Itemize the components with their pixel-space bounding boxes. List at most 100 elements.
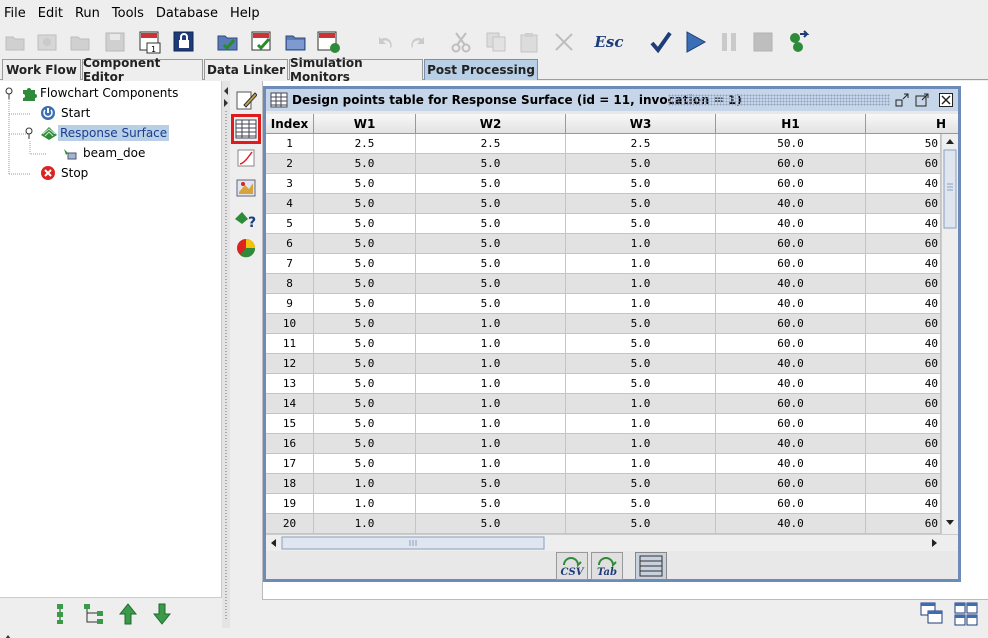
table-cell[interactable]: 1.0 bbox=[566, 434, 716, 454]
table-row[interactable]: 9 5.0 5.0 1.0 40.0 40 bbox=[266, 294, 958, 314]
menu-file[interactable]: File bbox=[2, 6, 32, 21]
stop-button[interactable] bbox=[750, 29, 776, 55]
table-row[interactable]: 2 5.0 5.0 5.0 60.0 60 bbox=[266, 154, 958, 174]
table-cell[interactable]: 8 bbox=[266, 274, 314, 294]
table-cell[interactable]: 1.0 bbox=[566, 234, 716, 254]
table-cell[interactable]: 1.0 bbox=[314, 514, 416, 534]
column-header[interactable]: W1 bbox=[314, 114, 416, 134]
table-cell[interactable]: 5.0 bbox=[416, 514, 566, 534]
table-cell[interactable]: 5.0 bbox=[314, 374, 416, 394]
menu-edit[interactable]: Edit bbox=[36, 6, 69, 21]
table-cell[interactable]: 40.0 bbox=[716, 194, 866, 214]
table-cell[interactable]: 40.0 bbox=[716, 454, 866, 474]
tab-simulation-monitors[interactable]: Simulation Monitors bbox=[289, 56, 423, 84]
table-cell[interactable]: 40 bbox=[866, 174, 941, 194]
tab-data-linker[interactable]: Data Linker bbox=[204, 59, 288, 80]
table-row[interactable]: 20 1.0 5.0 5.0 40.0 60 bbox=[266, 514, 958, 534]
table-cell[interactable]: 1.0 bbox=[566, 454, 716, 474]
copy-button[interactable] bbox=[483, 29, 509, 55]
table-cell[interactable]: 5.0 bbox=[314, 214, 416, 234]
table-row[interactable]: 6 5.0 5.0 1.0 60.0 60 bbox=[266, 234, 958, 254]
table-cell[interactable]: 40 bbox=[866, 374, 941, 394]
edit-tool-button[interactable] bbox=[234, 88, 258, 112]
table-cell[interactable]: 5.0 bbox=[566, 494, 716, 514]
table-cell[interactable]: 18 bbox=[266, 474, 314, 494]
table-cell[interactable]: 5.0 bbox=[314, 154, 416, 174]
table-cell[interactable]: 50 bbox=[866, 134, 941, 154]
table-cell[interactable]: 40 bbox=[866, 254, 941, 274]
vertical-scrollbar[interactable] bbox=[941, 134, 958, 534]
table-cell[interactable]: 5.0 bbox=[566, 314, 716, 334]
vertical-layout-button[interactable] bbox=[49, 602, 71, 626]
new-project-button[interactable] bbox=[2, 29, 28, 55]
table-cell[interactable]: 60.0 bbox=[716, 474, 866, 494]
table-cell[interactable]: 5.0 bbox=[314, 274, 416, 294]
import-button[interactable] bbox=[34, 29, 60, 55]
table-row[interactable]: 18 1.0 5.0 5.0 60.0 60 bbox=[266, 474, 958, 494]
table-cell[interactable]: 5.0 bbox=[314, 254, 416, 274]
table-cell[interactable]: 40 bbox=[866, 494, 941, 514]
redo-button[interactable] bbox=[405, 29, 431, 55]
table-cell[interactable]: 60 bbox=[866, 234, 941, 254]
table-cell[interactable]: 60.0 bbox=[716, 314, 866, 334]
table-cell[interactable]: 5.0 bbox=[416, 474, 566, 494]
table-row[interactable]: 5 5.0 5.0 5.0 40.0 40 bbox=[266, 214, 958, 234]
table-row[interactable]: 4 5.0 5.0 5.0 40.0 60 bbox=[266, 194, 958, 214]
table-cell[interactable]: 1.0 bbox=[566, 254, 716, 274]
table-cell[interactable]: 5.0 bbox=[416, 174, 566, 194]
table-cell[interactable]: 1.0 bbox=[416, 334, 566, 354]
table-view-toggle-button[interactable] bbox=[635, 552, 667, 580]
table-cell[interactable]: 5.0 bbox=[314, 454, 416, 474]
table-cell[interactable]: 5.0 bbox=[416, 234, 566, 254]
table-cell[interactable]: 60.0 bbox=[716, 394, 866, 414]
table-cell[interactable]: 60.0 bbox=[716, 254, 866, 274]
validate-button[interactable] bbox=[648, 29, 674, 55]
minimize-button[interactable] bbox=[894, 92, 910, 108]
table-cell[interactable]: 5.0 bbox=[566, 474, 716, 494]
table-cell[interactable]: 15 bbox=[266, 414, 314, 434]
table-cell[interactable]: 14 bbox=[266, 394, 314, 414]
table-cell[interactable]: 5.0 bbox=[416, 214, 566, 234]
split-pane-divider[interactable] bbox=[222, 81, 230, 628]
table-cell[interactable]: 1.0 bbox=[416, 434, 566, 454]
column-header[interactable]: W2 bbox=[416, 114, 566, 134]
table-row[interactable]: 10 5.0 1.0 5.0 60.0 60 bbox=[266, 314, 958, 334]
collapse-arrows-icon[interactable] bbox=[222, 85, 230, 109]
table-cell[interactable]: 5.0 bbox=[314, 174, 416, 194]
browse-button[interactable] bbox=[283, 29, 309, 55]
table-cell[interactable]: 5.0 bbox=[314, 394, 416, 414]
component-run-button[interactable] bbox=[785, 29, 811, 55]
tab-component-editor[interactable]: Component Editor bbox=[82, 56, 203, 84]
table-cell[interactable]: 3 bbox=[266, 174, 314, 194]
open-button[interactable] bbox=[67, 29, 93, 55]
table-cell[interactable]: 2.5 bbox=[314, 134, 416, 154]
tab-work-flow[interactable]: Work Flow bbox=[2, 59, 81, 80]
table-cell[interactable]: 13 bbox=[266, 374, 314, 394]
table-cell[interactable]: 60.0 bbox=[716, 174, 866, 194]
undo-button[interactable] bbox=[372, 29, 398, 55]
table-cell[interactable]: 11 bbox=[266, 334, 314, 354]
table-cell[interactable]: 1.0 bbox=[416, 354, 566, 374]
table-cell[interactable]: 40.0 bbox=[716, 354, 866, 374]
table-cell[interactable]: 5.0 bbox=[314, 334, 416, 354]
table-row[interactable]: 7 5.0 5.0 1.0 60.0 40 bbox=[266, 254, 958, 274]
table-cell[interactable]: 5.0 bbox=[314, 354, 416, 374]
table-cell[interactable]: 5.0 bbox=[416, 274, 566, 294]
lock-button[interactable] bbox=[171, 29, 197, 55]
table-cell[interactable]: 60 bbox=[866, 434, 941, 454]
table-cell[interactable]: 5.0 bbox=[566, 154, 716, 174]
save-component-button[interactable] bbox=[316, 29, 342, 55]
table-cell[interactable]: 60 bbox=[866, 194, 941, 214]
tree-item-beam-doe[interactable]: beam_doe bbox=[62, 144, 147, 162]
table-cell[interactable]: 5.0 bbox=[566, 354, 716, 374]
table-cell[interactable]: 17 bbox=[266, 454, 314, 474]
table-cell[interactable]: 5.0 bbox=[566, 374, 716, 394]
table-cell[interactable]: 60.0 bbox=[716, 154, 866, 174]
table-cell[interactable]: 1.0 bbox=[566, 274, 716, 294]
menu-run[interactable]: Run bbox=[73, 6, 106, 21]
column-header[interactable]: Index bbox=[266, 114, 314, 134]
table-cell[interactable]: 5.0 bbox=[416, 494, 566, 514]
table-cell[interactable]: 1.0 bbox=[314, 494, 416, 514]
table-cell[interactable]: 5.0 bbox=[416, 294, 566, 314]
tile-windows-button[interactable] bbox=[954, 602, 978, 626]
